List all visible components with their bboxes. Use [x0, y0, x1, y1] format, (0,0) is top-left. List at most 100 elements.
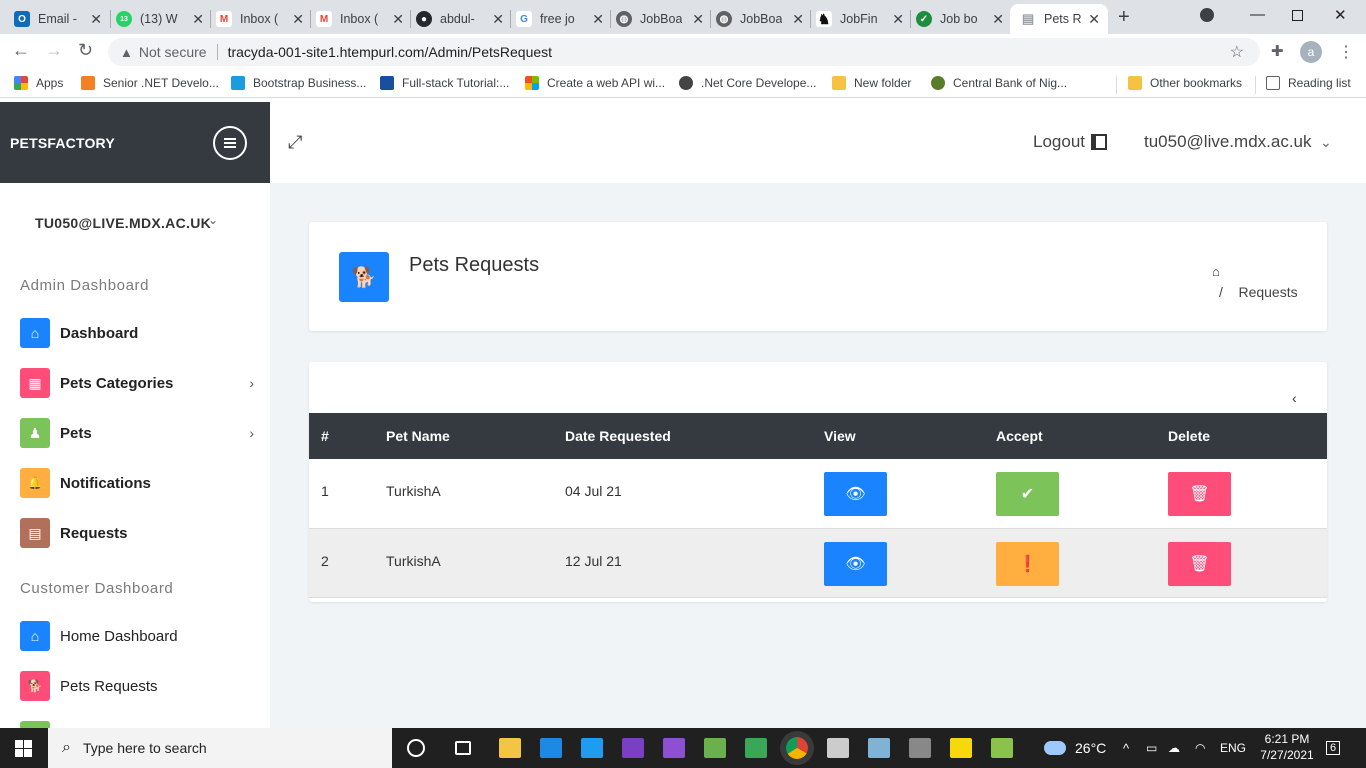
accept-button[interactable]: ❗: [996, 541, 1059, 586]
extensions-icon[interactable]: ✚: [1271, 42, 1284, 60]
weather-icon[interactable]: [1044, 741, 1066, 755]
tray-chevron-icon[interactable]: ^: [1123, 728, 1129, 768]
close-tab-icon[interactable]: ✕: [692, 11, 704, 28]
url-text[interactable]: tracyda-001-site1.htempurl.com/Admin/Pet…: [228, 44, 552, 60]
browser-tab-active[interactable]: ▤ Pets R ✕: [1010, 4, 1108, 34]
vscode-icon[interactable]: [581, 738, 603, 758]
calculator-icon[interactable]: [909, 738, 931, 758]
cortana-icon[interactable]: [407, 739, 425, 757]
breadcrumb-home-icon[interactable]: ⌂: [1212, 264, 1220, 279]
sidebar-item-notifications[interactable]: 🔔 Notifications: [20, 467, 260, 499]
close-tab-icon[interactable]: ✕: [192, 11, 204, 28]
date-requested: 04 Jul 21: [565, 483, 622, 499]
brand-logo[interactable]: PETSFACTORY: [10, 135, 115, 151]
close-tab-icon[interactable]: ✕: [592, 11, 604, 28]
windows-start-icon[interactable]: [15, 740, 32, 757]
delete-button[interactable]: 🗑: [1168, 541, 1231, 586]
accept-button[interactable]: ✔: [996, 472, 1059, 516]
user-menu[interactable]: tu050@live.mdx.ac.uk: [1144, 132, 1312, 152]
forward-icon[interactable]: →: [45, 40, 63, 61]
close-tab-icon[interactable]: ✕: [392, 11, 404, 28]
sidebar-item-requests[interactable]: ▤ Requests: [20, 517, 260, 549]
browser-tab[interactable]: ◍ JobBoa ✕: [616, 4, 712, 34]
close-tab-icon[interactable]: ✕: [292, 11, 304, 28]
bookmark-folder[interactable]: New folder: [832, 76, 911, 90]
close-tab-icon[interactable]: ✕: [992, 11, 1004, 28]
taskbar-search[interactable]: ⌕ Type here to search: [48, 728, 392, 768]
browser-tab[interactable]: Gfree jo ✕: [516, 4, 612, 34]
close-tab-icon[interactable]: ✕: [792, 11, 804, 28]
fullscreen-icon[interactable]: ⤢: [288, 132, 302, 153]
sidebar-item-pets-categories[interactable]: ▦ Pets Categories ›: [20, 367, 260, 399]
minimize-icon[interactable]: —: [1250, 6, 1265, 23]
sidebar-user[interactable]: TU050@LIVE.MDX.AC.UK: [35, 215, 211, 231]
chevron-left-icon[interactable]: ‹: [1292, 390, 1297, 406]
browser-tab[interactable]: M Inbox (✕: [216, 4, 312, 34]
other-bookmarks-folder[interactable]: Other bookmarks: [1128, 76, 1242, 90]
address-bar[interactable]: ▲ Not secure tracyda-001-site1.htempurl.…: [108, 38, 1260, 66]
browser-tab[interactable]: ● abdul- ✕: [416, 4, 512, 34]
file-explorer-icon[interactable]: [499, 738, 521, 758]
bookmark-apps[interactable]: Apps: [14, 76, 63, 90]
app-icon[interactable]: [868, 738, 890, 758]
reading-list-button[interactable]: Reading list: [1266, 76, 1351, 90]
browser-tab[interactable]: 13 (13) W ✕: [116, 4, 212, 34]
back-icon[interactable]: ←: [12, 40, 30, 61]
bookmark-item[interactable]: Central Bank of Nig...: [931, 76, 1067, 90]
browser-tab[interactable]: ♞ JobFin ✕: [816, 4, 912, 34]
sidebar-item-pets-requests[interactable]: 🐕 Pets Requests: [20, 670, 260, 702]
sidebar-item-partial[interactable]: [20, 720, 260, 728]
bookmark-item[interactable]: Bootstrap Business...: [231, 76, 366, 90]
not-secure-label[interactable]: Not secure: [139, 44, 207, 60]
browser-menu-icon[interactable]: ⋮: [1338, 42, 1354, 62]
clock[interactable]: 6:21 PM 7/27/2021: [1255, 731, 1319, 763]
tab-search-icon[interactable]: [1200, 8, 1214, 22]
logout-button[interactable]: Logout: [1033, 132, 1107, 152]
bookmark-item[interactable]: Senior .NET Develo...: [81, 76, 219, 90]
reload-icon[interactable]: ↻: [78, 40, 93, 61]
wifi-icon[interactable]: ◠: [1195, 728, 1205, 768]
close-window-icon[interactable]: ✕: [1334, 6, 1347, 24]
mail-icon[interactable]: [540, 738, 562, 758]
close-tab-icon[interactable]: ✕: [90, 11, 102, 28]
sticky-notes-icon[interactable]: [950, 738, 972, 758]
notifications-icon[interactable]: 6: [1326, 741, 1341, 755]
sidebar-item-dashboard[interactable]: ⌂ Dashboard: [20, 317, 260, 349]
task-view-icon[interactable]: [455, 741, 471, 755]
browser-tab[interactable]: O Email - ✕: [14, 4, 110, 34]
visual-studio-icon[interactable]: [622, 738, 644, 758]
gmail-icon: M: [316, 11, 332, 27]
browser-tab[interactable]: ◍ JobBoa ✕: [716, 4, 812, 34]
menu-toggle-button[interactable]: [213, 126, 247, 160]
browser-tab[interactable]: ✓ Job bo ✕: [916, 4, 1012, 34]
view-button[interactable]: 👁: [824, 541, 887, 586]
battery-icon[interactable]: ▭: [1146, 728, 1157, 768]
bookmark-item[interactable]: Create a web API wi...: [525, 76, 665, 90]
visual-studio-icon[interactable]: [663, 738, 685, 758]
view-button[interactable]: 👁: [824, 472, 887, 516]
close-tab-icon[interactable]: ✕: [892, 11, 904, 28]
bookmark-star-icon[interactable]: ☆: [1230, 42, 1244, 62]
profile-avatar[interactable]: a: [1300, 41, 1322, 63]
cloud-icon[interactable]: ☁: [1168, 728, 1180, 768]
sidebar-item-pets[interactable]: ♟ Pets ›: [20, 417, 260, 449]
warning-icon[interactable]: ▲: [120, 45, 133, 60]
bookmark-item[interactable]: Full-stack Tutorial:...: [380, 76, 509, 90]
browser-tab[interactable]: M Inbox (✕: [316, 4, 412, 34]
temperature[interactable]: 26°C: [1075, 728, 1106, 768]
restore-icon[interactable]: [1292, 10, 1303, 21]
app-icon[interactable]: [704, 738, 726, 758]
delete-button[interactable]: 🗑: [1168, 472, 1231, 516]
bookmark-item[interactable]: .Net Core Develope...: [679, 76, 816, 90]
close-tab-icon[interactable]: ✕: [1088, 11, 1100, 28]
close-tab-icon[interactable]: ✕: [492, 11, 504, 28]
app-icon[interactable]: [745, 738, 767, 758]
sidebar-item-home-dashboard[interactable]: ⌂ Home Dashboard: [20, 620, 260, 652]
chevron-down-icon[interactable]: ⌄: [208, 213, 218, 227]
new-tab-button[interactable]: +: [1118, 6, 1130, 29]
language-indicator[interactable]: ENG: [1220, 728, 1246, 768]
chevron-down-icon[interactable]: ⌄: [1320, 134, 1332, 151]
app-icon[interactable]: [827, 738, 849, 758]
chrome-icon[interactable]: [786, 737, 808, 759]
app-icon[interactable]: [991, 738, 1013, 758]
